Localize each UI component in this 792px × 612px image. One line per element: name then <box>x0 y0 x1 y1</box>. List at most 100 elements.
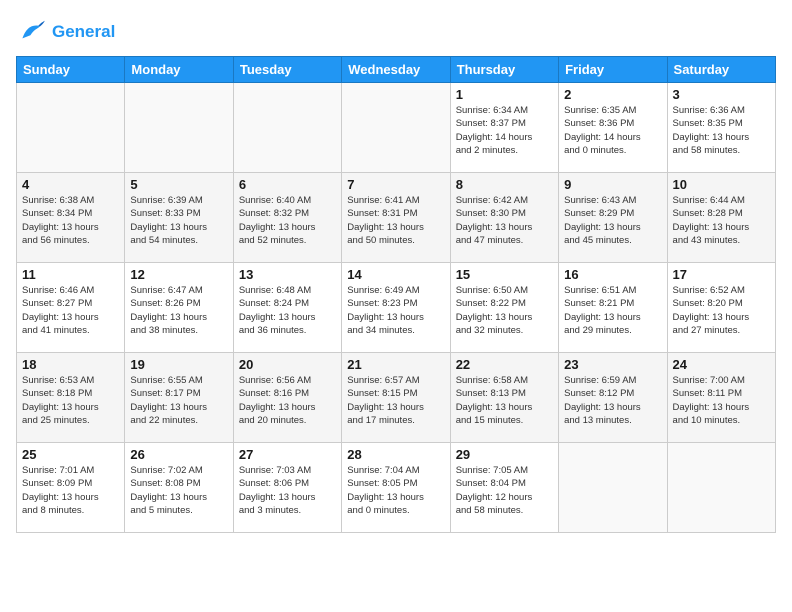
calendar-cell <box>342 83 450 173</box>
day-info: Sunrise: 6:55 AM Sunset: 8:17 PM Dayligh… <box>130 374 227 427</box>
day-number: 9 <box>564 177 661 192</box>
logo-text: General <box>52 22 115 42</box>
calendar-cell: 15 Sunrise: 6:50 AM Sunset: 8:22 PM Dayli… <box>450 263 558 353</box>
day-number: 26 <box>130 447 227 462</box>
day-info: Sunrise: 6:59 AM Sunset: 8:12 PM Dayligh… <box>564 374 661 427</box>
calendar-cell: 3 Sunrise: 6:36 AM Sunset: 8:35 PM Daylig… <box>667 83 775 173</box>
day-number: 13 <box>239 267 336 282</box>
calendar-cell: 23 Sunrise: 6:59 AM Sunset: 8:12 PM Dayli… <box>559 353 667 443</box>
day-info: Sunrise: 6:47 AM Sunset: 8:26 PM Dayligh… <box>130 284 227 337</box>
day-info: Sunrise: 6:53 AM Sunset: 8:18 PM Dayligh… <box>22 374 119 427</box>
day-number: 5 <box>130 177 227 192</box>
logo-icon <box>16 16 48 48</box>
calendar-cell: 4 Sunrise: 6:38 AM Sunset: 8:34 PM Daylig… <box>17 173 125 263</box>
day-number: 12 <box>130 267 227 282</box>
logo: General <box>16 16 115 48</box>
calendar-week-3: 11Sunrise: 6:46 AM Sunset: 8:27 PM Dayli… <box>17 263 776 353</box>
day-number: 28 <box>347 447 444 462</box>
day-info: Sunrise: 6:51 AM Sunset: 8:21 PM Dayligh… <box>564 284 661 337</box>
calendar-cell: 16Sunrise: 6:51 AM Sunset: 8:21 PM Dayli… <box>559 263 667 353</box>
day-info: Sunrise: 6:49 AM Sunset: 8:23 PM Dayligh… <box>347 284 444 337</box>
calendar-cell: 21 Sunrise: 6:57 AM Sunset: 8:15 PM Dayli… <box>342 353 450 443</box>
day-info: Sunrise: 6:57 AM Sunset: 8:15 PM Dayligh… <box>347 374 444 427</box>
day-info: Sunrise: 6:50 AM Sunset: 8:22 PM Dayligh… <box>456 284 553 337</box>
day-info: Sunrise: 6:36 AM Sunset: 8:35 PM Dayligh… <box>673 104 770 157</box>
day-info: Sunrise: 6:35 AM Sunset: 8:36 PM Dayligh… <box>564 104 661 157</box>
calendar-cell: 27 Sunrise: 7:03 AM Sunset: 8:06 PM Dayli… <box>233 443 341 533</box>
calendar-week-4: 18 Sunrise: 6:53 AM Sunset: 8:18 PM Dayli… <box>17 353 776 443</box>
day-info: Sunrise: 6:56 AM Sunset: 8:16 PM Dayligh… <box>239 374 336 427</box>
calendar-cell: 10 Sunrise: 6:44 AM Sunset: 8:28 PM Dayli… <box>667 173 775 263</box>
day-number: 1 <box>456 87 553 102</box>
calendar-table: SundayMondayTuesdayWednesdayThursdayFrid… <box>16 56 776 533</box>
day-info: Sunrise: 6:46 AM Sunset: 8:27 PM Dayligh… <box>22 284 119 337</box>
day-info: Sunrise: 6:58 AM Sunset: 8:13 PM Dayligh… <box>456 374 553 427</box>
calendar-cell: 20 Sunrise: 6:56 AM Sunset: 8:16 PM Dayli… <box>233 353 341 443</box>
day-number: 8 <box>456 177 553 192</box>
calendar-cell: 24 Sunrise: 7:00 AM Sunset: 8:11 PM Dayli… <box>667 353 775 443</box>
calendar-cell <box>667 443 775 533</box>
day-info: Sunrise: 6:38 AM Sunset: 8:34 PM Dayligh… <box>22 194 119 247</box>
weekday-header-thursday: Thursday <box>450 57 558 83</box>
day-info: Sunrise: 6:42 AM Sunset: 8:30 PM Dayligh… <box>456 194 553 247</box>
weekday-header-row: SundayMondayTuesdayWednesdayThursdayFrid… <box>17 57 776 83</box>
day-info: Sunrise: 6:44 AM Sunset: 8:28 PM Dayligh… <box>673 194 770 247</box>
calendar-cell: 17 Sunrise: 6:52 AM Sunset: 8:20 PM Dayli… <box>667 263 775 353</box>
day-number: 3 <box>673 87 770 102</box>
day-number: 18 <box>22 357 119 372</box>
calendar-cell: 22 Sunrise: 6:58 AM Sunset: 8:13 PM Dayli… <box>450 353 558 443</box>
calendar-cell: 2 Sunrise: 6:35 AM Sunset: 8:36 PM Daylig… <box>559 83 667 173</box>
day-number: 2 <box>564 87 661 102</box>
day-number: 4 <box>22 177 119 192</box>
day-info: Sunrise: 6:52 AM Sunset: 8:20 PM Dayligh… <box>673 284 770 337</box>
calendar-cell <box>233 83 341 173</box>
day-number: 6 <box>239 177 336 192</box>
calendar-cell: 28Sunrise: 7:04 AM Sunset: 8:05 PM Dayli… <box>342 443 450 533</box>
day-number: 19 <box>130 357 227 372</box>
day-number: 24 <box>673 357 770 372</box>
weekday-header-sunday: Sunday <box>17 57 125 83</box>
day-info: Sunrise: 6:34 AM Sunset: 8:37 PM Dayligh… <box>456 104 553 157</box>
weekday-header-wednesday: Wednesday <box>342 57 450 83</box>
day-info: Sunrise: 7:00 AM Sunset: 8:11 PM Dayligh… <box>673 374 770 427</box>
day-number: 21 <box>347 357 444 372</box>
day-info: Sunrise: 7:01 AM Sunset: 8:09 PM Dayligh… <box>22 464 119 517</box>
day-number: 7 <box>347 177 444 192</box>
calendar-cell: 18 Sunrise: 6:53 AM Sunset: 8:18 PM Dayli… <box>17 353 125 443</box>
day-number: 25 <box>22 447 119 462</box>
day-number: 29 <box>456 447 553 462</box>
day-info: Sunrise: 6:40 AM Sunset: 8:32 PM Dayligh… <box>239 194 336 247</box>
calendar-cell: 26 Sunrise: 7:02 AM Sunset: 8:08 PM Dayli… <box>125 443 233 533</box>
calendar-cell: 1 Sunrise: 6:34 AM Sunset: 8:37 PM Daylig… <box>450 83 558 173</box>
day-info: Sunrise: 6:41 AM Sunset: 8:31 PM Dayligh… <box>347 194 444 247</box>
calendar-cell <box>17 83 125 173</box>
day-number: 20 <box>239 357 336 372</box>
calendar-cell <box>125 83 233 173</box>
day-number: 23 <box>564 357 661 372</box>
calendar-cell: 19 Sunrise: 6:55 AM Sunset: 8:17 PM Dayli… <box>125 353 233 443</box>
day-info: Sunrise: 6:39 AM Sunset: 8:33 PM Dayligh… <box>130 194 227 247</box>
weekday-header-saturday: Saturday <box>667 57 775 83</box>
day-number: 27 <box>239 447 336 462</box>
day-number: 14 <box>347 267 444 282</box>
calendar-cell: 5 Sunrise: 6:39 AM Sunset: 8:33 PM Daylig… <box>125 173 233 263</box>
day-number: 10 <box>673 177 770 192</box>
day-info: Sunrise: 7:02 AM Sunset: 8:08 PM Dayligh… <box>130 464 227 517</box>
day-info: Sunrise: 7:03 AM Sunset: 8:06 PM Dayligh… <box>239 464 336 517</box>
calendar-cell: 14 Sunrise: 6:49 AM Sunset: 8:23 PM Dayli… <box>342 263 450 353</box>
day-info: Sunrise: 6:48 AM Sunset: 8:24 PM Dayligh… <box>239 284 336 337</box>
calendar-week-5: 25 Sunrise: 7:01 AM Sunset: 8:09 PM Dayli… <box>17 443 776 533</box>
calendar-cell: 29 Sunrise: 7:05 AM Sunset: 8:04 PM Dayli… <box>450 443 558 533</box>
day-number: 22 <box>456 357 553 372</box>
calendar-cell: 8 Sunrise: 6:42 AM Sunset: 8:30 PM Daylig… <box>450 173 558 263</box>
calendar-cell: 13 Sunrise: 6:48 AM Sunset: 8:24 PM Dayli… <box>233 263 341 353</box>
calendar-cell: 25 Sunrise: 7:01 AM Sunset: 8:09 PM Dayli… <box>17 443 125 533</box>
day-number: 17 <box>673 267 770 282</box>
day-info: Sunrise: 7:05 AM Sunset: 8:04 PM Dayligh… <box>456 464 553 517</box>
calendar-cell: 6 Sunrise: 6:40 AM Sunset: 8:32 PM Daylig… <box>233 173 341 263</box>
day-info: Sunrise: 6:43 AM Sunset: 8:29 PM Dayligh… <box>564 194 661 247</box>
day-number: 15 <box>456 267 553 282</box>
calendar-cell <box>559 443 667 533</box>
calendar-week-1: 1 Sunrise: 6:34 AM Sunset: 8:37 PM Daylig… <box>17 83 776 173</box>
calendar-cell: 9 Sunrise: 6:43 AM Sunset: 8:29 PM Daylig… <box>559 173 667 263</box>
